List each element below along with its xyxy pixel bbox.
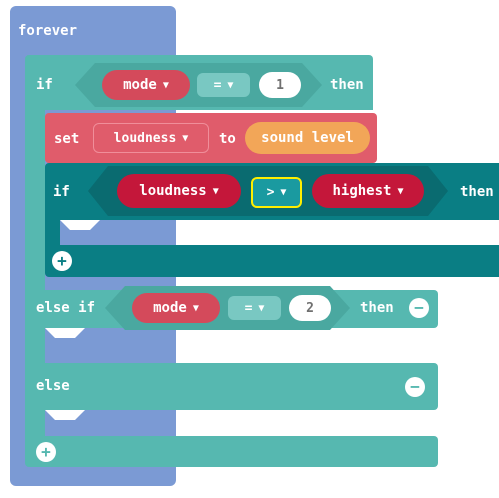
compare-operator-dropdown[interactable]: > ▼ <box>251 177 302 208</box>
caret-down-icon: ▼ <box>258 302 265 314</box>
caret-down-icon: ▼ <box>227 79 234 91</box>
if-block-footer <box>25 436 438 467</box>
variable-dropdown-label: loudness <box>113 130 177 146</box>
forever-label: forever <box>18 23 78 39</box>
caret-down-icon: ▼ <box>182 132 189 144</box>
set-label: set <box>54 131 80 147</box>
add-icon[interactable]: + <box>52 251 72 271</box>
else-number-value: 2 <box>306 300 314 316</box>
to-label: to <box>219 131 236 147</box>
add-icon-glyph: + <box>57 251 67 270</box>
inner-if-footer <box>45 245 499 277</box>
operator-label: = <box>213 77 222 93</box>
remove-else-icon[interactable]: − <box>405 377 425 397</box>
else-mode-dropdown[interactable]: mode ▼ <box>132 293 220 323</box>
number-input[interactable]: 1 <box>259 72 301 98</box>
add-else-icon[interactable]: + <box>36 442 56 462</box>
then-label: then <box>330 77 364 93</box>
remove-icon[interactable]: − <box>409 298 429 318</box>
sound-level-block[interactable]: sound level <box>245 122 370 154</box>
mode-dropdown[interactable]: mode ▼ <box>102 70 190 100</box>
caret-down-icon: ▼ <box>162 79 169 91</box>
inner-if-spine <box>45 220 60 245</box>
else-label: else <box>36 378 70 394</box>
else-spine <box>25 410 45 436</box>
else-if-label: else if <box>36 300 96 316</box>
caret-down-icon: ▼ <box>397 185 404 197</box>
inner-if-label: if <box>53 184 70 200</box>
loudness-dropdown-label: loudness <box>139 183 207 199</box>
compare-operator-label: > <box>266 185 275 200</box>
else-mode-dropdown-label: mode <box>153 300 187 316</box>
operator-dropdown[interactable]: = ▼ <box>197 73 250 97</box>
add-else-icon-glyph: + <box>41 442 51 461</box>
mode-dropdown-label: mode <box>123 77 157 93</box>
else-number-input[interactable]: 2 <box>289 295 331 321</box>
caret-down-icon: ▼ <box>192 302 199 314</box>
loudness-dropdown[interactable]: loudness ▼ <box>117 174 241 208</box>
variable-dropdown[interactable]: loudness ▼ <box>93 123 209 153</box>
else-if-spine <box>25 328 45 363</box>
else-operator-label: = <box>244 300 253 316</box>
caret-down-icon: ▼ <box>280 187 287 198</box>
inner-then-label: then <box>460 184 494 200</box>
remove-else-icon-glyph: − <box>410 377 420 396</box>
if-block-spine <box>25 110 45 290</box>
if-label: if <box>36 77 53 93</box>
else-block[interactable] <box>25 363 438 410</box>
number-value: 1 <box>276 77 284 93</box>
remove-icon-glyph: − <box>414 298 424 317</box>
caret-down-icon: ▼ <box>212 185 219 197</box>
highest-dropdown-label: highest <box>332 183 392 199</box>
else-operator-dropdown[interactable]: = ▼ <box>228 296 281 320</box>
highest-dropdown[interactable]: highest ▼ <box>312 174 424 208</box>
else-if-then-label: then <box>360 300 394 316</box>
sound-level-label: sound level <box>261 130 354 146</box>
